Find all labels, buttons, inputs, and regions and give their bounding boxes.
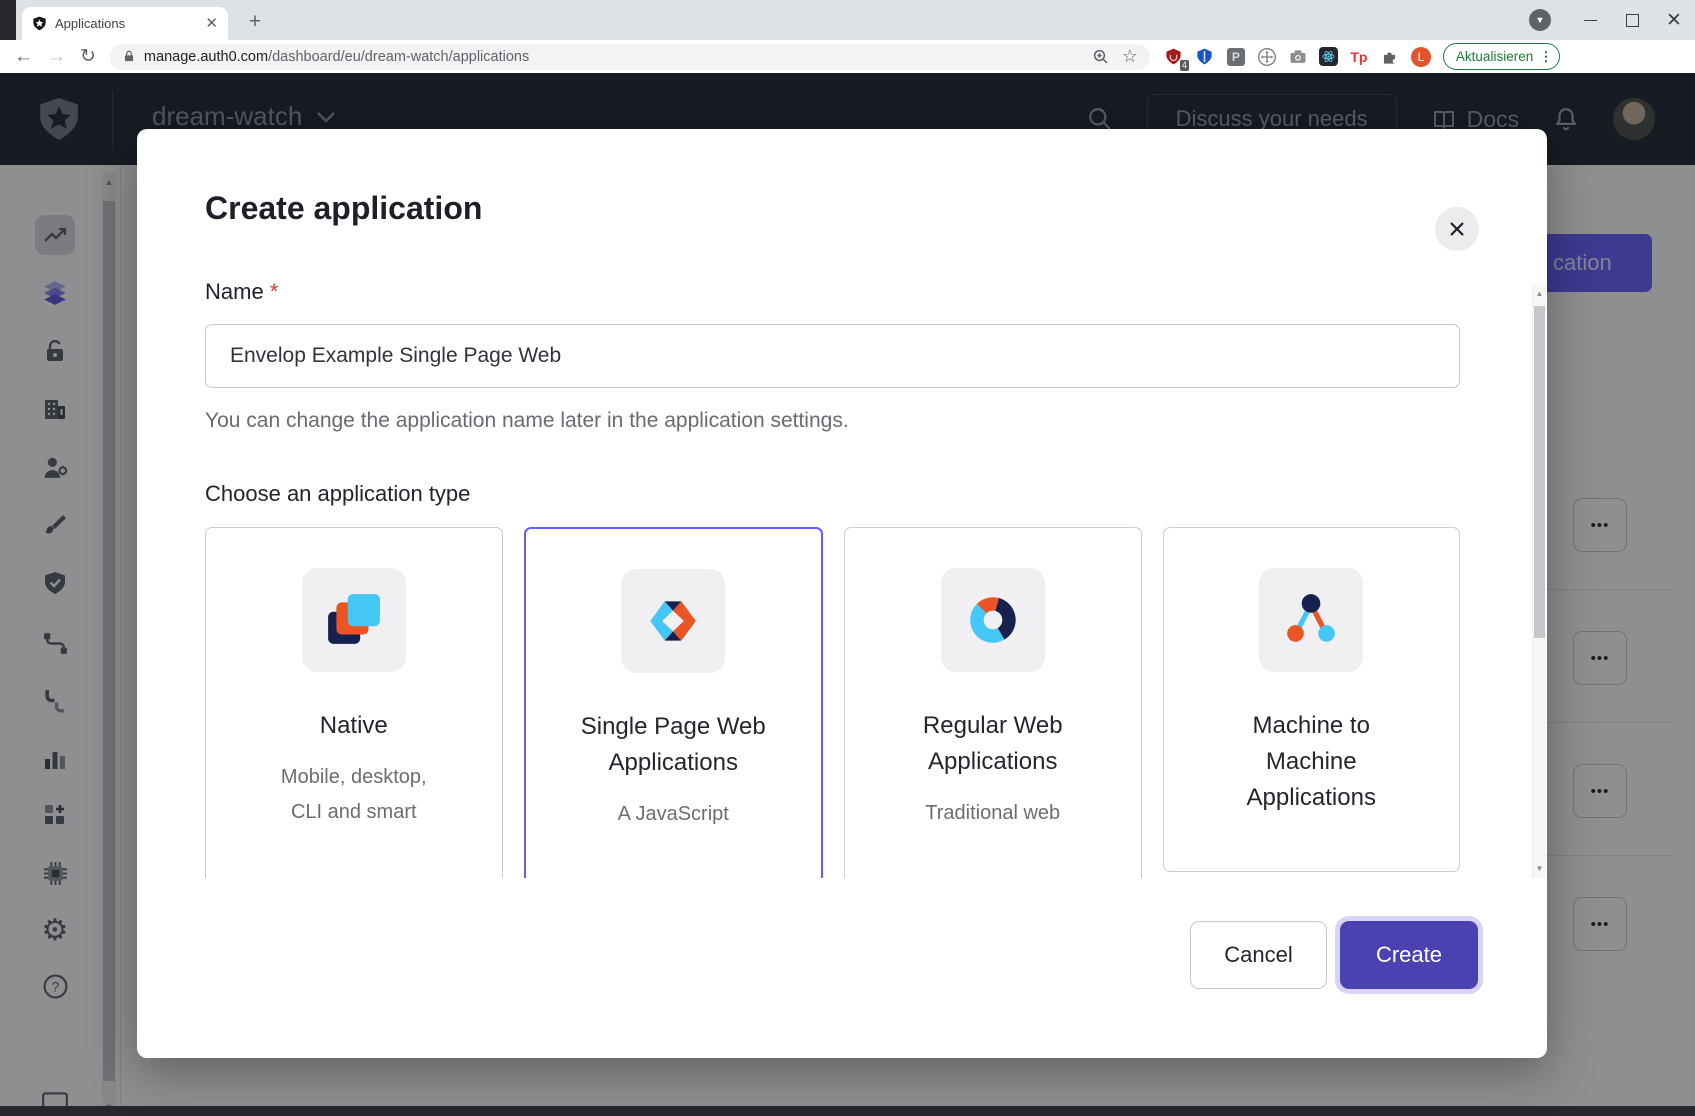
tab-close-icon[interactable]: ✕ [205, 16, 218, 31]
application-type-cards: Native Mobile, desktop, CLI and smart Si… [205, 527, 1460, 878]
close-window-button[interactable]: ✕ [1653, 0, 1695, 40]
url-path: /dashboard/eu/dream-watch/applications [268, 49, 529, 65]
required-mark: * [270, 279, 279, 304]
create-application-modal: Create application Name* You can change … [137, 129, 1547, 1058]
browser-titlebar: Applications ✕ + ▼ ✕ [0, 0, 1695, 40]
card-title: Regular Web Applications [887, 708, 1099, 780]
modal-title: Create application [205, 190, 482, 227]
spa-icon-tile [621, 569, 725, 673]
url-text: manage.auth0.com/dashboard/eu/dream-watc… [144, 49, 1092, 65]
card-title: Native [248, 708, 460, 744]
window-corner [0, 0, 16, 40]
card-regular-web[interactable]: Regular Web Applications Traditional web [844, 527, 1142, 878]
p-extension-icon[interactable]: P [1226, 47, 1246, 67]
move-tool-icon[interactable] [1257, 47, 1277, 67]
auth0-favicon-icon [32, 16, 47, 31]
modal-scrollbar[interactable]: ▲ ▼ [1532, 284, 1546, 878]
page-bottom-edge [0, 1106, 1695, 1116]
close-icon [1448, 220, 1466, 238]
auth0-dashboard-page: dream-watch Discuss your needs Docs [0, 73, 1695, 1116]
minimize-button[interactable] [1569, 0, 1611, 40]
lock-icon [122, 49, 136, 64]
cancel-button[interactable]: Cancel [1190, 921, 1327, 989]
card-title: Single Page Web Applications [567, 709, 779, 781]
card-machine-to-machine[interactable]: Machine to Machine Applications [1163, 527, 1461, 872]
create-button[interactable]: Create [1340, 921, 1478, 989]
browser-window: Applications ✕ + ▼ ✕ ← → ↻ manage.auth0.… [0, 0, 1695, 1116]
bitwarden-shield-icon[interactable] [1195, 47, 1215, 67]
reload-icon[interactable]: ↻ [80, 45, 96, 68]
new-tab-button[interactable]: + [241, 8, 269, 36]
modal-scrollbar-thumb[interactable] [1534, 306, 1545, 638]
card-single-page-web[interactable]: Single Page Web Applications A JavaScrip… [524, 527, 824, 878]
application-name-input[interactable] [205, 324, 1460, 388]
regular-web-donut-icon [964, 591, 1022, 649]
zoom-in-icon[interactable] [1092, 48, 1110, 66]
back-icon[interactable]: ← [14, 46, 33, 68]
card-description: Traditional web [905, 796, 1081, 831]
tampermonkey-icon[interactable]: Tp [1349, 47, 1369, 67]
update-button-label: Aktualisieren [1456, 49, 1533, 64]
card-description: A JavaScript [585, 797, 761, 832]
update-button[interactable]: Aktualisieren ⋮ [1443, 43, 1560, 70]
card-description: Mobile, desktop, CLI and smart [266, 760, 442, 830]
screenshot-camera-icon[interactable] [1288, 47, 1308, 67]
maximize-button[interactable] [1611, 0, 1653, 40]
modal-close-button[interactable] [1435, 207, 1479, 251]
name-help-text: You can change the application name late… [205, 409, 849, 433]
ublock-badge: 4 [1180, 60, 1189, 71]
spa-diamond-icon [644, 592, 702, 650]
puzzle-extensions-icon[interactable] [1380, 47, 1400, 67]
modal-scroll-down-icon[interactable]: ▼ [1533, 864, 1546, 873]
browser-tab-applications[interactable]: Applications ✕ [22, 7, 228, 40]
browser-update-icon[interactable]: ▼ [1529, 9, 1551, 31]
name-label: Name* [205, 279, 278, 305]
card-native[interactable]: Native Mobile, desktop, CLI and smart [205, 527, 503, 878]
application-type-label: Choose an application type [205, 481, 470, 507]
modal-scroll-up-icon[interactable]: ▲ [1533, 289, 1546, 298]
url-bar[interactable]: manage.auth0.com/dashboard/eu/dream-watc… [110, 44, 1150, 70]
browser-toolbar: ← → ↻ manage.auth0.com/dashboard/eu/drea… [0, 40, 1695, 74]
browser-menu-icon[interactable]: ⋮ [1539, 49, 1553, 65]
bookmark-star-icon[interactable]: ☆ [1122, 46, 1138, 67]
regular-web-icon-tile [941, 568, 1045, 672]
url-domain: manage.auth0.com [144, 49, 268, 65]
react-devtools-icon[interactable] [1319, 47, 1338, 66]
card-title: Machine to Machine Applications [1205, 708, 1417, 816]
native-icon-tile [302, 568, 406, 672]
profile-avatar-icon[interactable]: L [1411, 47, 1431, 67]
ublock-shield-icon[interactable]: 4 [1164, 47, 1184, 67]
forward-icon[interactable]: → [47, 46, 66, 68]
tab-title: Applications [55, 16, 205, 31]
m2m-molecule-icon [1282, 591, 1340, 649]
m2m-icon-tile [1259, 568, 1363, 672]
native-stack-icon [325, 591, 383, 649]
